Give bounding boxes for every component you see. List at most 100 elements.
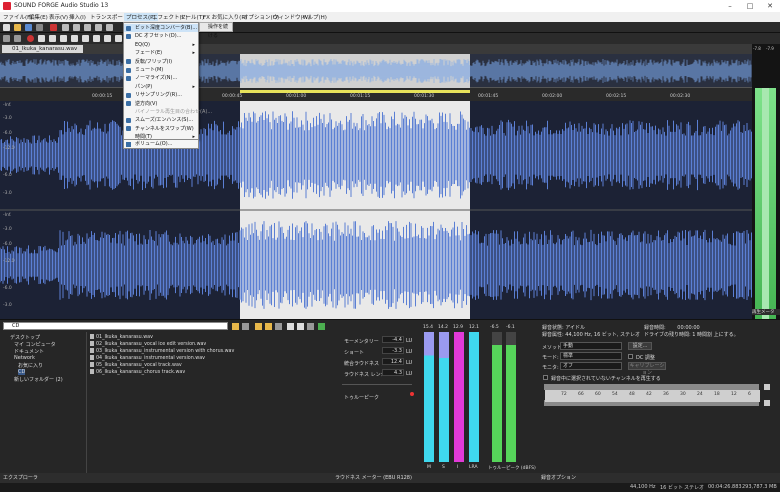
- menu-tools[interactable]: ツール(T): [180, 13, 204, 21]
- menu-item-reverse[interactable]: 逆方向(V): [124, 100, 198, 108]
- forward-icon[interactable]: [115, 35, 122, 42]
- menu-item-invert[interactable]: 反転/フリップ(I): [124, 58, 198, 66]
- reset-peak-icon[interactable]: [764, 384, 770, 390]
- mode-select[interactable]: 標準: [560, 352, 622, 360]
- file-item[interactable]: 02_Ikuka_kanarasu_vocal ice edit version…: [90, 341, 206, 347]
- truepeak-left-meter: [492, 332, 502, 462]
- preview-stop-icon[interactable]: [297, 323, 304, 330]
- explorer-footer[interactable]: エクスプローラ: [0, 473, 332, 483]
- menu-item-eq[interactable]: EQ(Q) ▸: [124, 41, 198, 49]
- calibrate-button[interactable]: キャリブレーション: [628, 362, 666, 376]
- refresh-icon[interactable]: [14, 35, 21, 42]
- up-folder-icon[interactable]: [265, 323, 272, 330]
- file-item[interactable]: 01_Ikuka_kanarasu.wav: [90, 334, 153, 340]
- selection-range-bar[interactable]: [240, 90, 470, 93]
- document-tab[interactable]: 01_Ikuka_kanarasu.wav: [2, 45, 84, 53]
- tree-item[interactable]: マイ コンピュータ: [14, 341, 56, 348]
- minimize-button[interactable]: –: [720, 0, 740, 12]
- menu-item-binaural[interactable]: バイノーラル再生目の合わせ(A)...: [124, 108, 212, 116]
- menu-item-dc-offset[interactable]: DC オフセット(D)...: [124, 32, 198, 40]
- menu-item-fade[interactable]: フェード(E) ▸: [124, 49, 198, 57]
- status-channels: ステレオ: [684, 485, 705, 491]
- open-folder-icon[interactable]: [14, 24, 21, 31]
- close-button[interactable]: ✕: [760, 0, 780, 12]
- tree-item[interactable]: ドキュメント: [14, 348, 44, 355]
- dc-label: DC 調整: [636, 355, 655, 361]
- menu-item-bit-depth[interactable]: ビット深度コンバータ(B)...: [124, 24, 198, 33]
- swap-icon: [126, 126, 131, 132]
- meter-top-value: 14.2: [438, 325, 449, 330]
- menu-insert[interactable]: 挿入(I): [69, 13, 86, 21]
- record-button[interactable]: [27, 35, 34, 42]
- pause-icon[interactable]: [71, 35, 78, 42]
- overview-waveform[interactable]: [0, 54, 752, 88]
- waveform-editor[interactable]: -Inf. -3.0 -6.0 -12.0 -6.0 -3.0 -Inf. -3…: [0, 101, 752, 319]
- tree-item[interactable]: デスクトップ: [10, 334, 40, 341]
- tree-item[interactable]: お気に入り: [18, 362, 43, 369]
- meter-peak-right: -7.9: [766, 46, 774, 51]
- ruler-tick: 00:02:30: [670, 94, 691, 99]
- play-icon[interactable]: [60, 35, 67, 42]
- menu-item-pan[interactable]: パン(P) ▸: [124, 83, 198, 91]
- loudness-footer[interactable]: ラウドネス メーター (EBU R128): [332, 473, 538, 483]
- menu-view[interactable]: 表示(V): [49, 13, 68, 21]
- reset-peak-icon[interactable]: [764, 400, 770, 406]
- tree-item[interactable]: 新しいフォルダー (2): [14, 376, 63, 383]
- new-file-icon[interactable]: [3, 24, 10, 31]
- file-item[interactable]: 04_Ikuka_kanarasu_instrumental version.w…: [90, 355, 205, 361]
- view-mode-icon[interactable]: [275, 323, 282, 330]
- folder-icon[interactable]: [232, 323, 239, 330]
- format-label: 録音属性: 44,100 Hz, 16 ビット, ステレオ: [542, 332, 641, 338]
- menu-edit[interactable]: 編集(E): [29, 13, 48, 21]
- menu-fx-favorites[interactable]: FX お気に入り(R): [203, 13, 247, 21]
- explorer-path-field[interactable]: CD: [3, 322, 228, 330]
- file-item[interactable]: 05_Ikuka_kanarasu_vocal track.wav: [90, 362, 182, 368]
- go-start-icon[interactable]: [93, 35, 100, 42]
- favorites-icon[interactable]: [255, 323, 262, 330]
- dc-checkbox[interactable]: [628, 354, 633, 359]
- menu-item-resample[interactable]: リサンプリング(R)...: [124, 91, 198, 99]
- maximize-button[interactable]: □: [740, 0, 760, 12]
- copy-icon[interactable]: [73, 24, 80, 31]
- volume-icon[interactable]: [318, 323, 325, 330]
- main-toolbar: [0, 22, 780, 33]
- method-select[interactable]: 手動: [560, 342, 622, 350]
- refresh-icon[interactable]: [242, 323, 249, 330]
- menu-item-swap-channels[interactable]: チャンネルをスワップ(W): [124, 125, 198, 133]
- loop-play-icon[interactable]: [38, 35, 45, 42]
- rewind-icon[interactable]: [104, 35, 111, 42]
- tree-item[interactable]: Network: [14, 355, 35, 361]
- file-item[interactable]: 03_Ikuka_kanarasu_instrumental version w…: [90, 348, 234, 354]
- status-length: 00:04:26.883: [708, 484, 742, 490]
- autoplay-icon[interactable]: [307, 323, 314, 330]
- document-tab-strip: 01_Ikuka_kanarasu.wav: [0, 44, 752, 54]
- status-size: 293,787.3 MB: [742, 484, 777, 490]
- process-menu: ビット深度コンバータ(B)... DC オフセット(D)... EQ(Q) ▸ フ…: [123, 22, 212, 140]
- loop-icon[interactable]: [3, 35, 10, 42]
- play-unselected-checkbox[interactable]: [543, 375, 548, 380]
- cut-icon[interactable]: [62, 24, 69, 31]
- save-icon[interactable]: [25, 24, 32, 31]
- menu-help[interactable]: ヘルプ(H): [302, 13, 327, 21]
- recording-options-footer[interactable]: 録音オプション: [538, 473, 780, 483]
- preview-play-icon[interactable]: [287, 323, 294, 330]
- mix-icon[interactable]: [95, 24, 102, 31]
- menu-item-mute[interactable]: ミュート(M): [124, 66, 198, 74]
- settings-button[interactable]: 設定...: [628, 342, 652, 350]
- meter-bar-right: [769, 88, 776, 343]
- audio-file-icon: [90, 341, 94, 346]
- tree-item-selected[interactable]: CD: [18, 369, 26, 375]
- monitor-select[interactable]: オフ: [560, 362, 622, 370]
- file-item[interactable]: 06_Ikuka_kanarasu_chorus track.wav: [90, 369, 185, 375]
- save-as-icon[interactable]: [36, 24, 43, 31]
- menu-item-normalize[interactable]: ノーマライズ(N)...: [124, 74, 198, 82]
- menu-item-smooth[interactable]: スムーズ/エンハンス(S)...: [124, 116, 198, 124]
- trim-icon[interactable]: [106, 24, 113, 31]
- paste-icon[interactable]: [84, 24, 91, 31]
- menu-item-volume[interactable]: ボリューム(O)...: [135, 140, 172, 148]
- meter-top-value: 15.4: [423, 325, 434, 330]
- title-bar: SOUND FORGE Audio Studio 13 – □ ✕: [0, 0, 780, 12]
- play-all-icon[interactable]: [49, 35, 56, 42]
- record-icon[interactable]: [50, 24, 57, 31]
- stop-icon[interactable]: [82, 35, 89, 42]
